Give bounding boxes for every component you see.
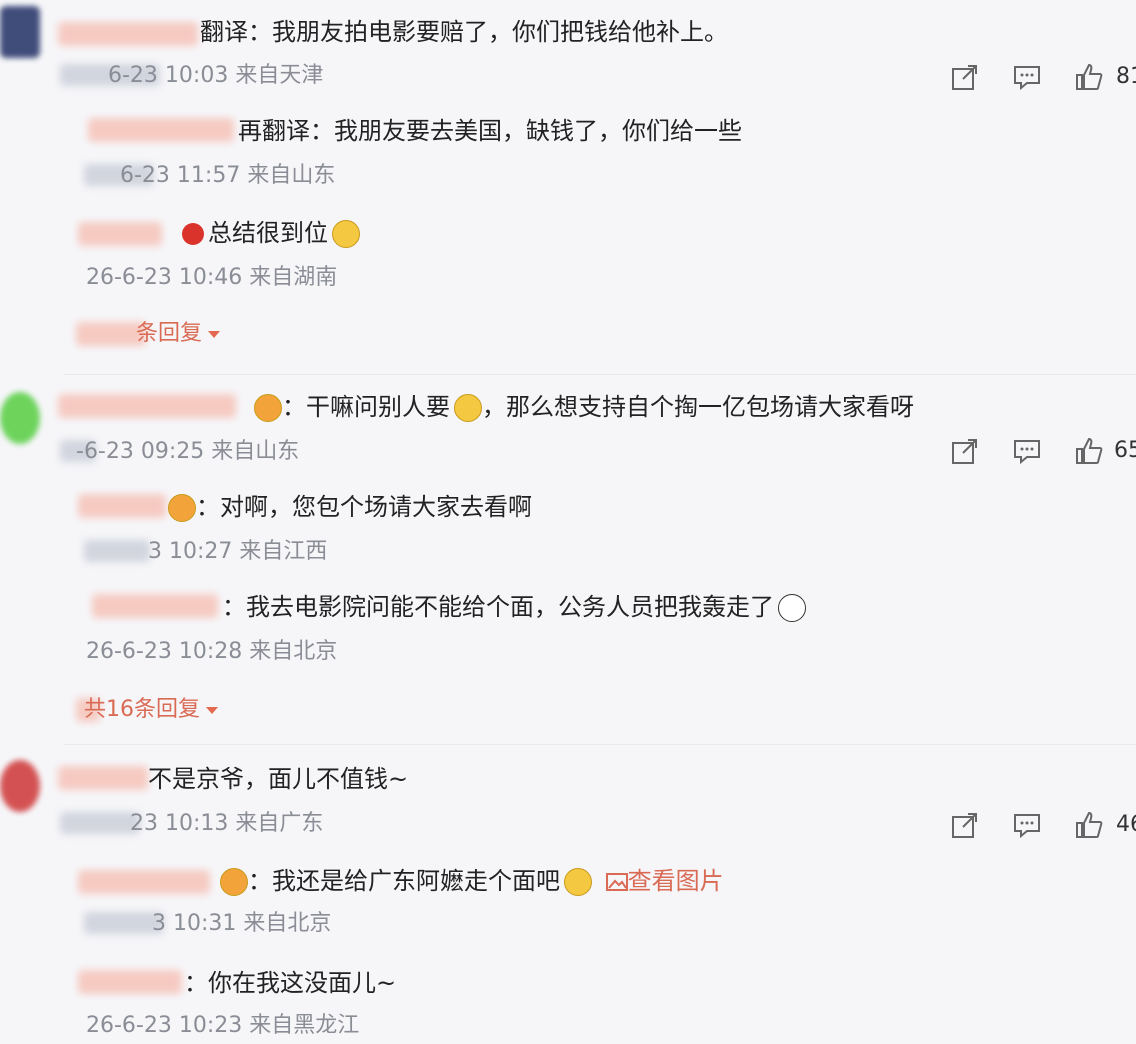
- share-icon[interactable]: [950, 436, 980, 466]
- reply-line: ：我还是给广东阿嬷走个面吧 查看图片: [216, 866, 724, 896]
- username[interactable]: [78, 970, 182, 994]
- reply-line: ：对啊，您包个场请大家去看啊: [164, 492, 532, 522]
- like-icon[interactable]: [1074, 810, 1104, 840]
- username[interactable]: [88, 118, 234, 142]
- reply-line: 总结很到位: [178, 218, 360, 248]
- timestamp-mask: [84, 540, 150, 562]
- reply-text: 总结很到位: [208, 219, 328, 247]
- avatar[interactable]: [0, 760, 40, 812]
- more-replies-label: 条回复: [136, 321, 203, 346]
- emoji-icon: [564, 868, 592, 896]
- username[interactable]: [78, 870, 210, 894]
- comment-text: 干嘛问别人要: [306, 393, 450, 421]
- reply-text: 我去电影院问能不能给个面，公务人员把我轰走了: [246, 593, 774, 621]
- username[interactable]: [58, 22, 198, 46]
- comment-icon[interactable]: [1012, 62, 1042, 92]
- emoji-icon: [254, 394, 282, 422]
- comment-meta: 6-23 10:03 来自天津: [108, 63, 324, 88]
- chevron-down-icon: [208, 330, 221, 338]
- emoji-icon: [778, 594, 806, 622]
- username[interactable]: [92, 594, 218, 618]
- reply-line: ：我去电影院问能不能给个面，公务人员把我轰走了: [222, 592, 806, 622]
- username[interactable]: [78, 494, 166, 518]
- comment-text-tail: ，那么想支持自个掏一亿包场请大家看呀: [482, 393, 914, 421]
- badge-icon: [182, 223, 204, 245]
- view-image-label: 查看图片: [627, 867, 724, 895]
- username[interactable]: [58, 394, 236, 418]
- comment-line: ：干嘛问别人要 ，那么想支持自个掏一亿包场请大家看呀: [250, 392, 914, 422]
- reply-meta: 26-6-23 10:46 来自湖南: [86, 265, 338, 290]
- comment-text: 翻译：我朋友拍电影要赔了，你们把钱给他补上。: [200, 18, 728, 46]
- comment-text: 不是京爷，面儿不值钱~: [148, 765, 409, 793]
- reply-meta: 6-23 11:57 来自山东: [120, 163, 336, 188]
- avatar[interactable]: [0, 392, 40, 444]
- reply-text: 再翻译：我朋友要去美国，缺钱了，你们给一些: [238, 117, 742, 145]
- image-icon: [605, 873, 628, 891]
- reply-meta: 26-6-23 10:28 来自北京: [86, 639, 338, 664]
- comment-icon[interactable]: [1012, 810, 1042, 840]
- divider: [64, 374, 1136, 375]
- reply-text: 你在我这没面儿~: [208, 969, 397, 997]
- like-count: 65: [1114, 438, 1136, 463]
- more-replies-link[interactable]: 条回复: [136, 320, 221, 348]
- reply-text: 我还是给广东阿嬷走个面吧: [272, 867, 560, 895]
- share-icon[interactable]: [950, 810, 980, 840]
- emoji-icon: [220, 868, 248, 896]
- reply-line: ：你在我这没面儿~: [184, 969, 397, 997]
- reply-meta: 3 10:31 来自北京: [152, 911, 332, 936]
- comment-meta: 23 10:13 来自广东: [130, 811, 324, 836]
- comment-icon[interactable]: [1012, 436, 1042, 466]
- emoji-icon: [332, 220, 360, 248]
- reply-text: 对啊，您包个场请大家去看啊: [220, 493, 532, 521]
- chevron-down-icon: [206, 706, 218, 714]
- username[interactable]: [78, 222, 162, 246]
- more-replies-link[interactable]: 共16条回复: [84, 696, 218, 724]
- like-count: 46: [1116, 812, 1136, 837]
- username[interactable]: [58, 766, 148, 790]
- reply-meta: 3 10:27 来自江西: [148, 539, 328, 564]
- emoji-icon: [454, 394, 482, 422]
- comment-meta: -6-23 09:25 来自山东: [76, 439, 300, 464]
- divider: [64, 744, 1136, 745]
- share-icon[interactable]: [950, 62, 980, 92]
- like-icon[interactable]: [1074, 436, 1104, 466]
- like-count: 81: [1116, 64, 1136, 89]
- like-icon[interactable]: [1074, 62, 1104, 92]
- view-image-link[interactable]: 查看图片: [605, 867, 724, 895]
- emoji-icon: [168, 494, 196, 522]
- avatar[interactable]: [0, 6, 40, 58]
- timestamp-mask: [60, 812, 140, 834]
- more-replies-label: 共16条回复: [84, 697, 200, 722]
- reply-meta: 26-6-23 10:23 来自黑龙江: [86, 1013, 360, 1038]
